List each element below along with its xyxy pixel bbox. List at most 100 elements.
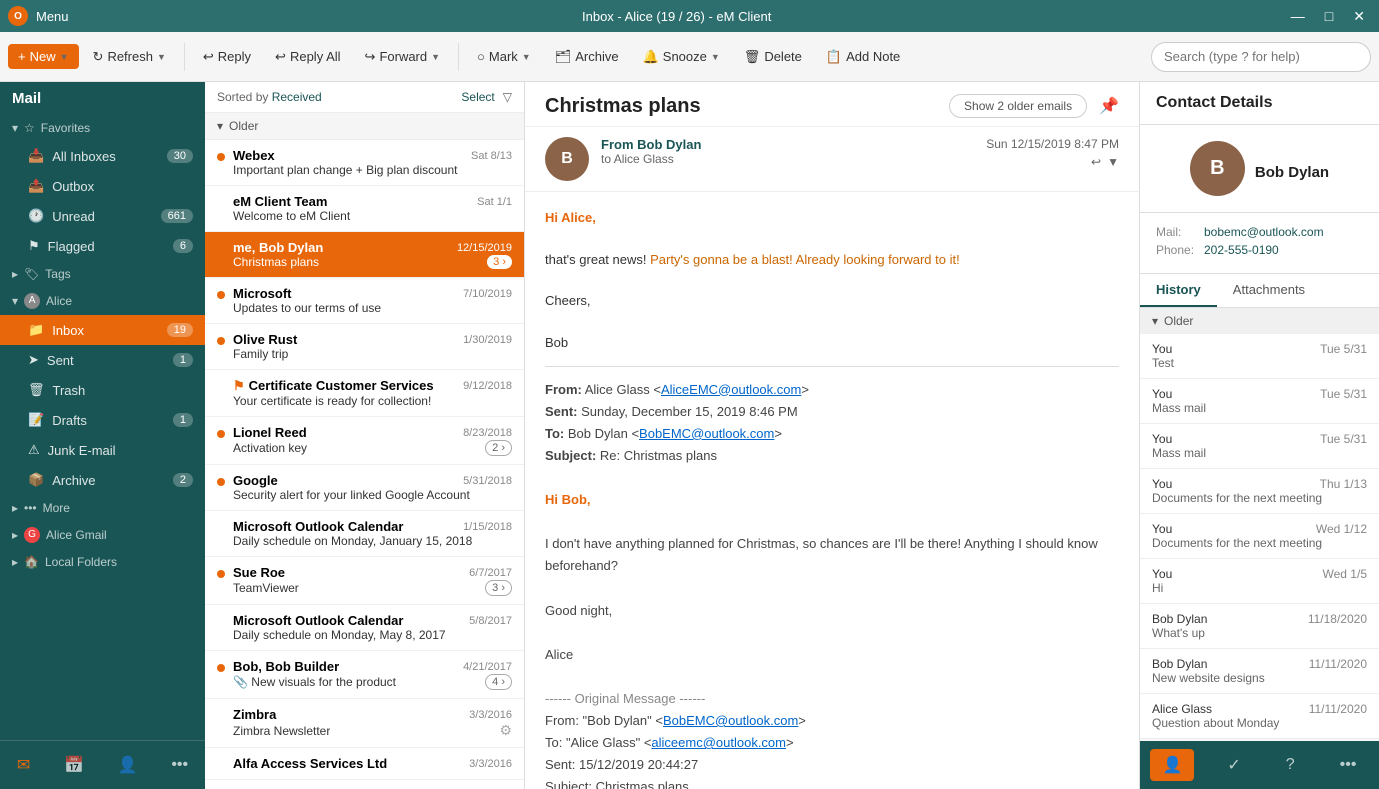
mail-value[interactable]: bobemc@outlook.com	[1204, 225, 1324, 239]
reply-all-button[interactable]: ↩ Reply All	[265, 44, 350, 70]
contact-bottom-bar: 👤 ✓ ? •••	[1140, 741, 1379, 789]
delete-button[interactable]: 🗑 Delete	[734, 44, 812, 70]
alice-email-link2[interactable]: aliceemc@outlook.com	[651, 735, 786, 750]
reply-button[interactable]: ↩ Reply	[193, 44, 261, 70]
mark-dropdown-arrow[interactable]: ▼	[522, 52, 531, 62]
history-item-2[interactable]: You Tue 5/31 Mass mail	[1140, 379, 1379, 424]
alice-email-link[interactable]: AliceEMC@outlook.com	[661, 382, 801, 397]
sidebar-more-header[interactable]: ▸ ••• More	[0, 495, 205, 521]
sidebar-item-inbox[interactable]: 📁 Inbox 19	[0, 315, 205, 345]
email-item-bob-builder[interactable]: Bob, Bob Builder 4/21/2017 📎 New visuals…	[205, 651, 524, 699]
sidebar-local-folders-header[interactable]: ▸ 🏠 Local Folders	[0, 549, 205, 575]
history-group-older[interactable]: ▾ Older	[1140, 308, 1379, 334]
select-button[interactable]: Select	[461, 90, 494, 104]
pin-icon[interactable]: 📌	[1099, 96, 1119, 116]
mark-button[interactable]: ○ Mark ▼	[467, 44, 541, 69]
show-older-button[interactable]: Show 2 older emails	[949, 94, 1087, 118]
email-item-zimbra[interactable]: Zimbra 3/3/2016 Zimbra Newsletter ⚙	[205, 699, 524, 748]
contact-help-button[interactable]: ?	[1274, 749, 1307, 781]
history-date: Wed 1/5	[1323, 567, 1367, 581]
email-item-lionel[interactable]: Lionel Reed 8/23/2018 Activation key 2 ›	[205, 417, 524, 465]
sidebar-item-trash[interactable]: 🗑 Trash	[0, 375, 205, 405]
filter-icon[interactable]: ▽	[503, 90, 512, 104]
sidebar-favorites-header[interactable]: ▾ ☆ Favorites	[0, 115, 205, 141]
email-content: eM Client Team Sat 1/1 Welcome to eM Cli…	[233, 194, 512, 223]
sidebar-tags-header[interactable]: ▸ 🏷 Tags	[0, 261, 205, 287]
expand-icon[interactable]: ▼	[1107, 155, 1119, 169]
tab-attachments[interactable]: Attachments	[1217, 274, 1321, 307]
email-item-emclient[interactable]: eM Client Team Sat 1/1 Welcome to eM Cli…	[205, 186, 524, 232]
add-note-button[interactable]: 📋 Add Note	[816, 44, 910, 70]
contact-check-button[interactable]: ✓	[1215, 749, 1252, 781]
email-row1: Lionel Reed 8/23/2018	[233, 425, 512, 440]
snooze-label: Snooze	[663, 49, 707, 64]
email-item-webex[interactable]: Webex Sat 8/13 Important plan change + B…	[205, 140, 524, 186]
sidebar-item-archive[interactable]: 📦 Archive 2	[0, 465, 205, 495]
email-badge: 3 ›	[487, 255, 512, 269]
email-item-microsoft[interactable]: Microsoft 7/10/2019 Updates to our terms…	[205, 278, 524, 324]
new-button[interactable]: + New ▼	[8, 44, 79, 69]
sidebar-item-outbox[interactable]: 📤 Outbox	[0, 171, 205, 201]
email-row2: Activation key 2 ›	[233, 440, 512, 456]
more-nav-button[interactable]: •••	[161, 749, 198, 781]
quoted-subject-line: Subject: Re: Christmas plans	[545, 445, 1119, 467]
contact-more-button[interactable]: •••	[1328, 749, 1369, 781]
email-row2: TeamViewer 3 ›	[233, 580, 512, 596]
email-item-bob-dylan[interactable]: me, Bob Dylan 12/15/2019 Christmas plans…	[205, 232, 524, 278]
snooze-dropdown-arrow[interactable]: ▼	[711, 52, 720, 62]
sidebar-item-sent[interactable]: ➤ Sent 1	[0, 345, 205, 375]
history-item-3[interactable]: You Tue 5/31 Mass mail	[1140, 424, 1379, 469]
refresh-icon: ↻	[93, 49, 104, 65]
email-item-google[interactable]: Google 5/31/2018 Security alert for your…	[205, 465, 524, 511]
history-item-9[interactable]: Alice Glass 11/11/2020 Question about Mo…	[1140, 694, 1379, 739]
forward-dropdown-arrow[interactable]: ▼	[431, 52, 440, 62]
email-row1: Webex Sat 8/13	[233, 148, 512, 163]
sort-field[interactable]: Received	[272, 90, 322, 104]
bob-email-link[interactable]: BobEMC@outlook.com	[639, 426, 774, 441]
tab-history[interactable]: History	[1140, 274, 1217, 307]
minimize-button[interactable]: —	[1285, 6, 1311, 27]
history-item-5[interactable]: You Wed 1/12 Documents for the next meet…	[1140, 514, 1379, 559]
email-sender: me, Bob Dylan	[233, 240, 451, 255]
sidebar-item-junk[interactable]: ⚠ Junk E-mail	[0, 435, 205, 465]
drafts-badge: 1	[173, 413, 193, 427]
email-subject: Daily schedule on Monday, May 8, 2017	[233, 628, 512, 642]
history-item-6[interactable]: You Wed 1/5 Hi	[1140, 559, 1379, 604]
email-item-ms-calendar-2[interactable]: Microsoft Outlook Calendar 5/8/2017 Dail…	[205, 605, 524, 651]
sidebar-item-flagged[interactable]: ⚑ Flagged 6	[0, 231, 205, 261]
refresh-button[interactable]: ↻ Refresh ▼	[83, 44, 176, 70]
mail-nav-button[interactable]: ✉	[7, 749, 40, 781]
archive-button[interactable]: 🗂 Archive	[545, 44, 629, 70]
sidebar-item-unread[interactable]: 🕐 Unread 661	[0, 201, 205, 231]
bob-email-link2[interactable]: BobEMC@outlook.com	[663, 713, 798, 728]
close-button[interactable]: ✕	[1347, 6, 1371, 27]
sidebar-item-drafts[interactable]: 📝 Drafts 1	[0, 405, 205, 435]
unread-label: Unread	[52, 209, 152, 224]
new-dropdown-arrow[interactable]: ▼	[60, 52, 69, 62]
email-item-certificate[interactable]: ⚑Certificate Customer Services 9/12/2018…	[205, 370, 524, 417]
calendar-nav-button[interactable]: 📅	[54, 749, 94, 781]
menu-label[interactable]: Menu	[36, 9, 69, 24]
history-item-1[interactable]: You Tue 5/31 Test	[1140, 334, 1379, 379]
maximize-button[interactable]: □	[1319, 6, 1339, 27]
history-item-8[interactable]: Bob Dylan 11/11/2020 New website designs	[1140, 649, 1379, 694]
email-item-ms-calendar-1[interactable]: Microsoft Outlook Calendar 1/15/2018 Dai…	[205, 511, 524, 557]
email-subject: Activation key	[233, 441, 307, 455]
forward-button[interactable]: ↪ Forward ▼	[355, 44, 451, 70]
history-item-7[interactable]: Bob Dylan 11/18/2020 What's up	[1140, 604, 1379, 649]
contact-person-button[interactable]: 👤	[1150, 749, 1194, 781]
contacts-nav-button[interactable]: 👤	[108, 749, 148, 781]
search-input[interactable]	[1151, 42, 1371, 72]
history-row1: You Tue 5/31	[1152, 432, 1367, 446]
email-item-olive[interactable]: Olive Rust 1/30/2019 Family trip	[205, 324, 524, 370]
sidebar-alice-gmail-header[interactable]: ▸ G Alice Gmail	[0, 521, 205, 549]
sidebar-item-all-inboxes[interactable]: 📥 All Inboxes 30	[0, 141, 205, 171]
history-item-4[interactable]: You Thu 1/13 Documents for the next meet…	[1140, 469, 1379, 514]
refresh-dropdown-arrow[interactable]: ▼	[157, 52, 166, 62]
email-item-sue-roe[interactable]: Sue Roe 6/7/2017 TeamViewer 3 ›	[205, 557, 524, 605]
reply-meta-icon[interactable]: ↩	[1091, 155, 1101, 169]
sidebar-alice-header[interactable]: ▾ A Alice	[0, 287, 205, 315]
email-group-older[interactable]: ▾ Older	[205, 113, 524, 140]
snooze-button[interactable]: 🔔 Snooze ▼	[633, 44, 730, 70]
email-item-alfa[interactable]: Alfa Access Services Ltd 3/3/2016	[205, 748, 524, 780]
